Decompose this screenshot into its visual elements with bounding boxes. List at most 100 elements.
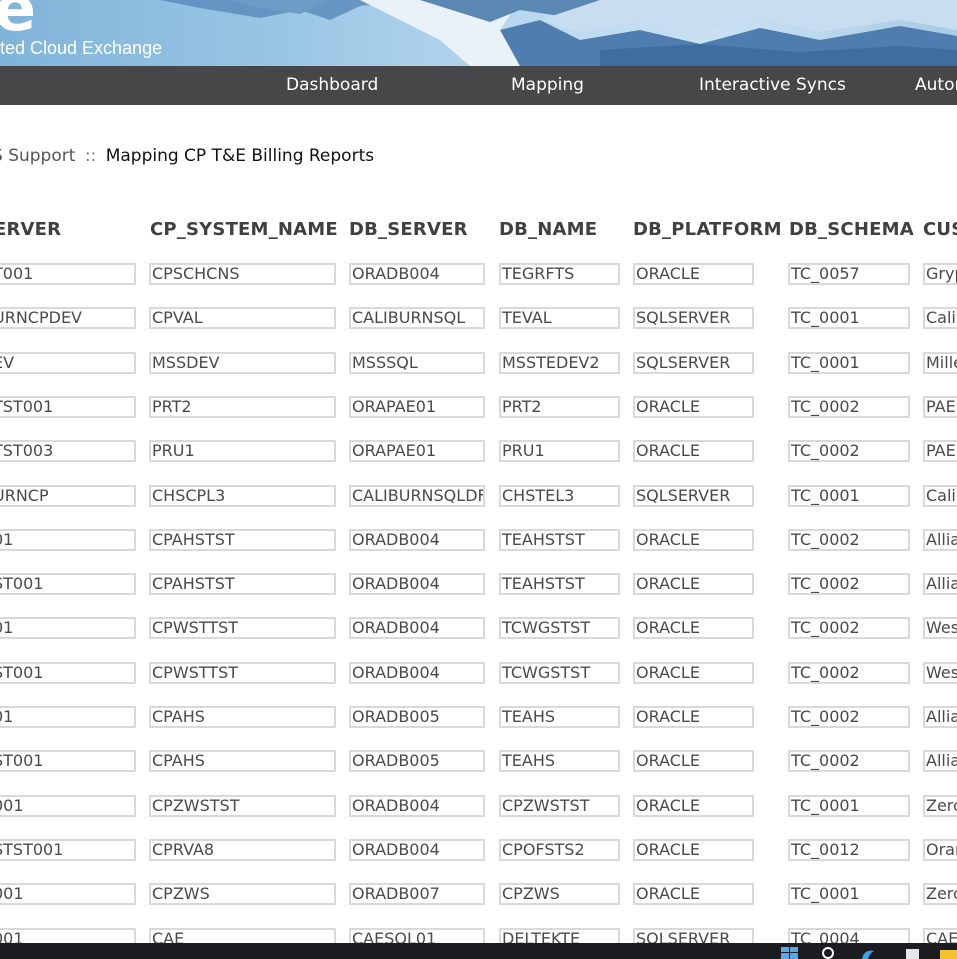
db-server-field[interactable]: MSSSQL bbox=[349, 352, 485, 374]
db-platform-field[interactable]: ORACLE bbox=[633, 529, 754, 551]
db-schema-field[interactable]: TC_0012 bbox=[788, 839, 910, 861]
customer-field[interactable]: Allia bbox=[923, 706, 957, 728]
db-server-field[interactable]: ORAPAE01 bbox=[349, 396, 485, 418]
customer-field[interactable]: Allia bbox=[923, 529, 957, 551]
db-schema-field[interactable]: TC_0002 bbox=[788, 440, 910, 462]
cp-system-name-field[interactable]: CPSCHCNS bbox=[149, 263, 336, 285]
cp-system-name-field[interactable]: MSSDEV bbox=[149, 352, 336, 374]
db-name-field[interactable]: TCWGSTST bbox=[499, 662, 620, 684]
db-schema-field[interactable]: TC_0001 bbox=[788, 883, 910, 905]
windows-start-icon[interactable] bbox=[781, 947, 799, 959]
cp-system-name-field[interactable]: CPAHSTST bbox=[149, 573, 336, 595]
db-schema-field[interactable]: TC_0002 bbox=[788, 573, 910, 595]
cp-system-name-field[interactable]: CPVAL bbox=[149, 307, 336, 329]
db-platform-field[interactable]: ORACLE bbox=[633, 440, 754, 462]
cp-system-name-field[interactable]: CPAHSTST bbox=[149, 529, 336, 551]
customer-field[interactable]: PAE bbox=[923, 440, 957, 462]
cp-system-name-field[interactable]: CPAHS bbox=[149, 706, 336, 728]
db-server-field[interactable]: ORADB004 bbox=[349, 617, 485, 639]
server-field[interactable]: TST001 bbox=[0, 396, 136, 418]
db-schema-field[interactable]: TC_0001 bbox=[788, 485, 910, 507]
db-platform-field[interactable]: ORACLE bbox=[633, 263, 754, 285]
db-server-field[interactable]: ORADB004 bbox=[349, 529, 485, 551]
task-view-icon[interactable] bbox=[905, 947, 921, 959]
db-platform-field[interactable]: ORACLE bbox=[633, 750, 754, 772]
server-field[interactable]: 01 bbox=[0, 529, 136, 551]
search-icon[interactable] bbox=[822, 947, 836, 959]
customer-field[interactable]: Allia bbox=[923, 750, 957, 772]
customer-field[interactable]: Calib bbox=[923, 485, 957, 507]
server-field[interactable]: 01 bbox=[0, 706, 136, 728]
db-name-field[interactable]: TEAHSTST bbox=[499, 529, 620, 551]
db-platform-field[interactable]: SQLSERVER bbox=[633, 307, 754, 329]
edge-browser-icon[interactable] bbox=[860, 947, 876, 959]
db-schema-field[interactable]: TC_0001 bbox=[788, 307, 910, 329]
db-name-field[interactable]: TEAHS bbox=[499, 750, 620, 772]
customer-field[interactable]: Allia bbox=[923, 573, 957, 595]
cp-system-name-field[interactable]: PRT2 bbox=[149, 396, 336, 418]
server-field[interactable]: EV bbox=[0, 352, 136, 374]
db-name-field[interactable]: PRU1 bbox=[499, 440, 620, 462]
cp-system-name-field[interactable]: CPWSTTST bbox=[149, 662, 336, 684]
server-field[interactable]: 01 bbox=[0, 617, 136, 639]
customer-field[interactable]: Orar bbox=[923, 839, 957, 861]
db-schema-field[interactable]: TC_0002 bbox=[788, 396, 910, 418]
cp-system-name-field[interactable]: CPZWS bbox=[149, 883, 336, 905]
customer-field[interactable]: Zerc bbox=[923, 795, 957, 817]
cp-system-name-field[interactable]: CPWSTTST bbox=[149, 617, 336, 639]
cp-system-name-field[interactable]: CPZWSTST bbox=[149, 795, 336, 817]
db-platform-field[interactable]: SQLSERVER bbox=[633, 352, 754, 374]
cp-system-name-field[interactable]: CHSCPL3 bbox=[149, 485, 336, 507]
db-name-field[interactable]: CPOFSTS2 bbox=[499, 839, 620, 861]
db-platform-field[interactable]: ORACLE bbox=[633, 396, 754, 418]
db-schema-field[interactable]: TC_0001 bbox=[788, 795, 910, 817]
db-server-field[interactable]: CALIBURNSQLDF bbox=[349, 485, 485, 507]
db-schema-field[interactable]: TC_0002 bbox=[788, 662, 910, 684]
db-name-field[interactable]: TEVAL bbox=[499, 307, 620, 329]
db-server-field[interactable]: ORADB004 bbox=[349, 263, 485, 285]
customer-field[interactable]: Wes bbox=[923, 662, 957, 684]
db-platform-field[interactable]: ORACLE bbox=[633, 795, 754, 817]
nav-dashboard[interactable]: Dashboard bbox=[286, 66, 378, 105]
db-schema-field[interactable]: TC_0002 bbox=[788, 706, 910, 728]
db-schema-field[interactable]: TC_0002 bbox=[788, 750, 910, 772]
db-platform-field[interactable]: ORACLE bbox=[633, 617, 754, 639]
db-server-field[interactable]: ORADB004 bbox=[349, 662, 485, 684]
breadcrumb-root[interactable]: S Support bbox=[0, 146, 75, 166]
db-name-field[interactable]: PRT2 bbox=[499, 396, 620, 418]
db-name-field[interactable]: CPZWSTST bbox=[499, 795, 620, 817]
db-schema-field[interactable]: TC_0057 bbox=[788, 263, 910, 285]
db-server-field[interactable]: ORADB007 bbox=[349, 883, 485, 905]
db-server-field[interactable]: ORAPAE01 bbox=[349, 440, 485, 462]
file-explorer-icon[interactable] bbox=[940, 947, 957, 959]
server-field[interactable]: URNCP bbox=[0, 485, 136, 507]
db-server-field[interactable]: CALIBURNSQL bbox=[349, 307, 485, 329]
db-name-field[interactable]: CHSTEL3 bbox=[499, 485, 620, 507]
nav-interactive-syncs[interactable]: Interactive Syncs bbox=[699, 66, 846, 105]
server-field[interactable]: 001 bbox=[0, 883, 136, 905]
server-field[interactable]: ST001 bbox=[0, 750, 136, 772]
db-name-field[interactable]: CPZWS bbox=[499, 883, 620, 905]
server-field[interactable]: ST001 bbox=[0, 573, 136, 595]
db-name-field[interactable]: TCWGSTST bbox=[499, 617, 620, 639]
server-field[interactable]: ST001 bbox=[0, 662, 136, 684]
db-server-field[interactable]: ORADB005 bbox=[349, 706, 485, 728]
customer-field[interactable]: Gryp bbox=[923, 263, 957, 285]
db-platform-field[interactable]: SQLSERVER bbox=[633, 485, 754, 507]
db-platform-field[interactable]: ORACLE bbox=[633, 573, 754, 595]
customer-field[interactable]: Wes bbox=[923, 617, 957, 639]
nav-automation[interactable]: Autor bbox=[915, 66, 957, 105]
customer-field[interactable]: Calib bbox=[923, 307, 957, 329]
server-field[interactable]: URNCPDEV bbox=[0, 307, 136, 329]
db-server-field[interactable]: ORADB004 bbox=[349, 795, 485, 817]
db-platform-field[interactable]: ORACLE bbox=[633, 706, 754, 728]
db-platform-field[interactable]: ORACLE bbox=[633, 883, 754, 905]
server-field[interactable]: T001 bbox=[0, 263, 136, 285]
db-server-field[interactable]: ORADB005 bbox=[349, 750, 485, 772]
db-schema-field[interactable]: TC_0001 bbox=[788, 352, 910, 374]
db-platform-field[interactable]: ORACLE bbox=[633, 662, 754, 684]
cp-system-name-field[interactable]: PRU1 bbox=[149, 440, 336, 462]
db-name-field[interactable]: TEGRFTS bbox=[499, 263, 620, 285]
db-server-field[interactable]: ORADB004 bbox=[349, 573, 485, 595]
db-schema-field[interactable]: TC_0002 bbox=[788, 617, 910, 639]
